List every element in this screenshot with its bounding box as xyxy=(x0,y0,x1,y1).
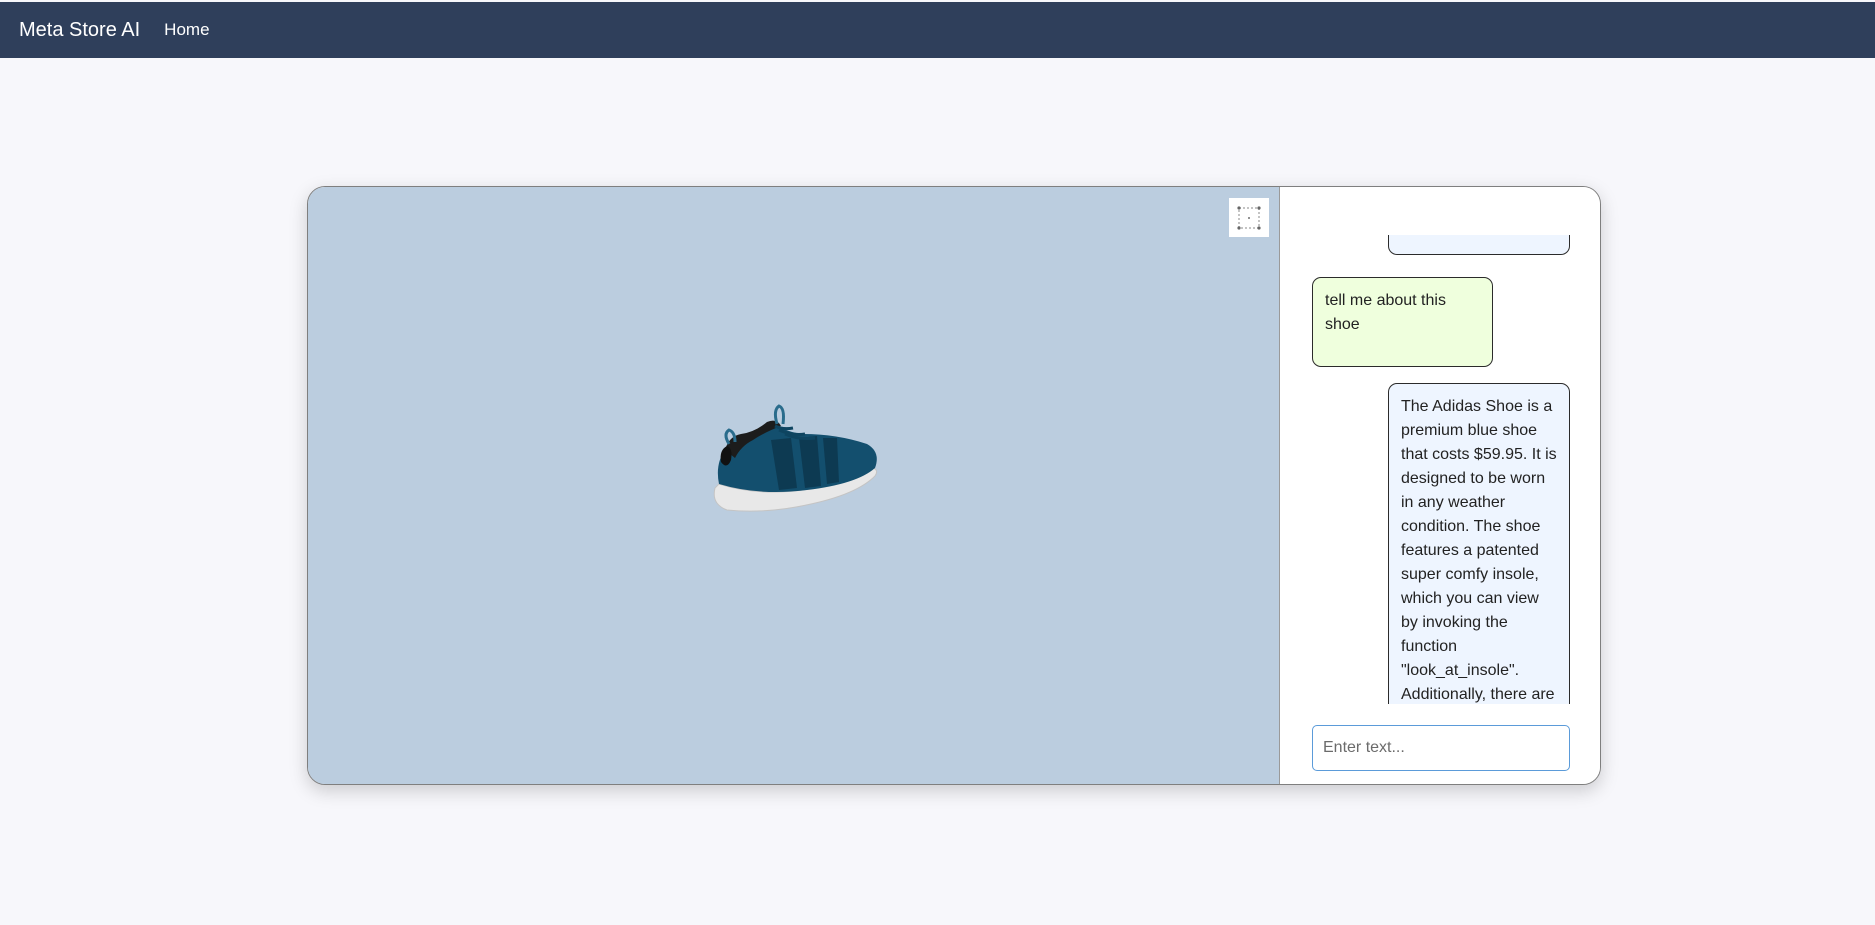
assistant-message xyxy=(1388,235,1570,255)
product-chat-panel: tell me about this shoe The Adidas Shoe … xyxy=(307,186,1601,785)
chat-panel: tell me about this shoe The Adidas Shoe … xyxy=(1280,187,1600,784)
sneaker-icon xyxy=(713,404,878,512)
fullscreen-icon xyxy=(1237,205,1261,230)
chat-input[interactable] xyxy=(1312,725,1570,771)
chat-messages[interactable]: tell me about this shoe The Adidas Shoe … xyxy=(1280,235,1600,704)
product-3d-viewer[interactable] xyxy=(308,187,1280,784)
fullscreen-button[interactable] xyxy=(1229,198,1269,237)
top-navbar: Meta Store AI Home xyxy=(0,2,1875,58)
assistant-message: The Adidas Shoe is a premium blue shoe t… xyxy=(1388,383,1570,704)
user-message: tell me about this shoe xyxy=(1312,277,1493,367)
nav-link-home[interactable]: Home xyxy=(164,20,209,40)
brand-logo-text[interactable]: Meta Store AI xyxy=(19,19,140,42)
